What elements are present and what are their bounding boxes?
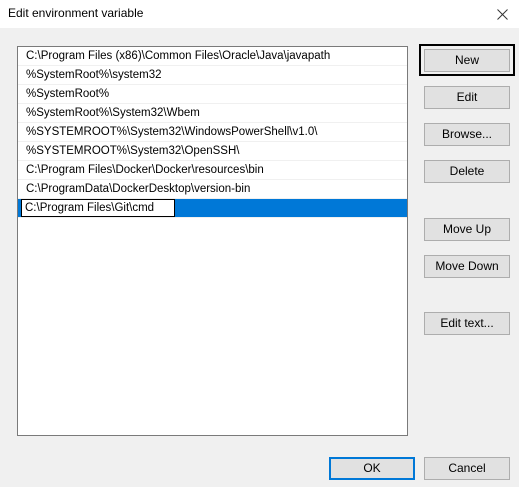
delete-button[interactable]: Delete — [424, 160, 510, 183]
window-title: Edit environment variable — [8, 6, 144, 20]
move-down-button[interactable]: Move Down — [424, 255, 510, 278]
list-item[interactable]: %SystemRoot%\system32 — [18, 66, 407, 85]
list-item-text: %SystemRoot%\System32\Wbem — [26, 107, 200, 119]
list-item-text: C:\ProgramData\DockerDesktop\version-bin — [26, 183, 251, 195]
list-item-text: C:\Program Files\Docker\Docker\resources… — [26, 164, 264, 176]
edit-environment-variable-dialog: Edit environment variable C:\Program Fil… — [0, 0, 519, 487]
list-item[interactable]: %SystemRoot%\System32\Wbem — [18, 104, 407, 123]
list-item[interactable]: %SYSTEMROOT%\System32\WindowsPowerShell\… — [18, 123, 407, 142]
list-item-text: %SYSTEMROOT%\System32\WindowsPowerShell\… — [26, 126, 318, 138]
list-item-text: %SystemRoot%\system32 — [26, 69, 162, 81]
list-item[interactable]: %SYSTEMROOT%\System32\OpenSSH\ — [18, 142, 407, 161]
list-item[interactable]: C:\ProgramData\DockerDesktop\version-bin — [18, 180, 407, 199]
cancel-button[interactable]: Cancel — [424, 457, 510, 480]
list-item-text: %SYSTEMROOT%\System32\OpenSSH\ — [26, 145, 240, 157]
browse-button[interactable]: Browse... — [424, 123, 510, 146]
list-item-text: %SystemRoot% — [26, 88, 110, 100]
list-item[interactable]: %SystemRoot% — [18, 85, 407, 104]
close-icon — [496, 8, 508, 20]
list-item-text: C:\Program Files (x86)\Common Files\Orac… — [26, 50, 331, 62]
move-up-button[interactable]: Move Up — [424, 218, 510, 241]
path-list[interactable]: C:\Program Files (x86)\Common Files\Orac… — [17, 46, 408, 436]
edit-text-button[interactable]: Edit text... — [424, 312, 510, 335]
new-button[interactable]: New — [424, 49, 510, 72]
list-item-selected[interactable] — [18, 199, 407, 218]
ok-button[interactable]: OK — [329, 457, 415, 480]
path-edit-input[interactable] — [21, 199, 175, 217]
close-button[interactable] — [485, 0, 519, 28]
edit-button[interactable]: Edit — [424, 86, 510, 109]
list-item[interactable]: C:\Program Files\Docker\Docker\resources… — [18, 161, 407, 180]
title-bar: Edit environment variable — [0, 0, 519, 28]
list-item[interactable]: C:\Program Files (x86)\Common Files\Orac… — [18, 47, 407, 66]
